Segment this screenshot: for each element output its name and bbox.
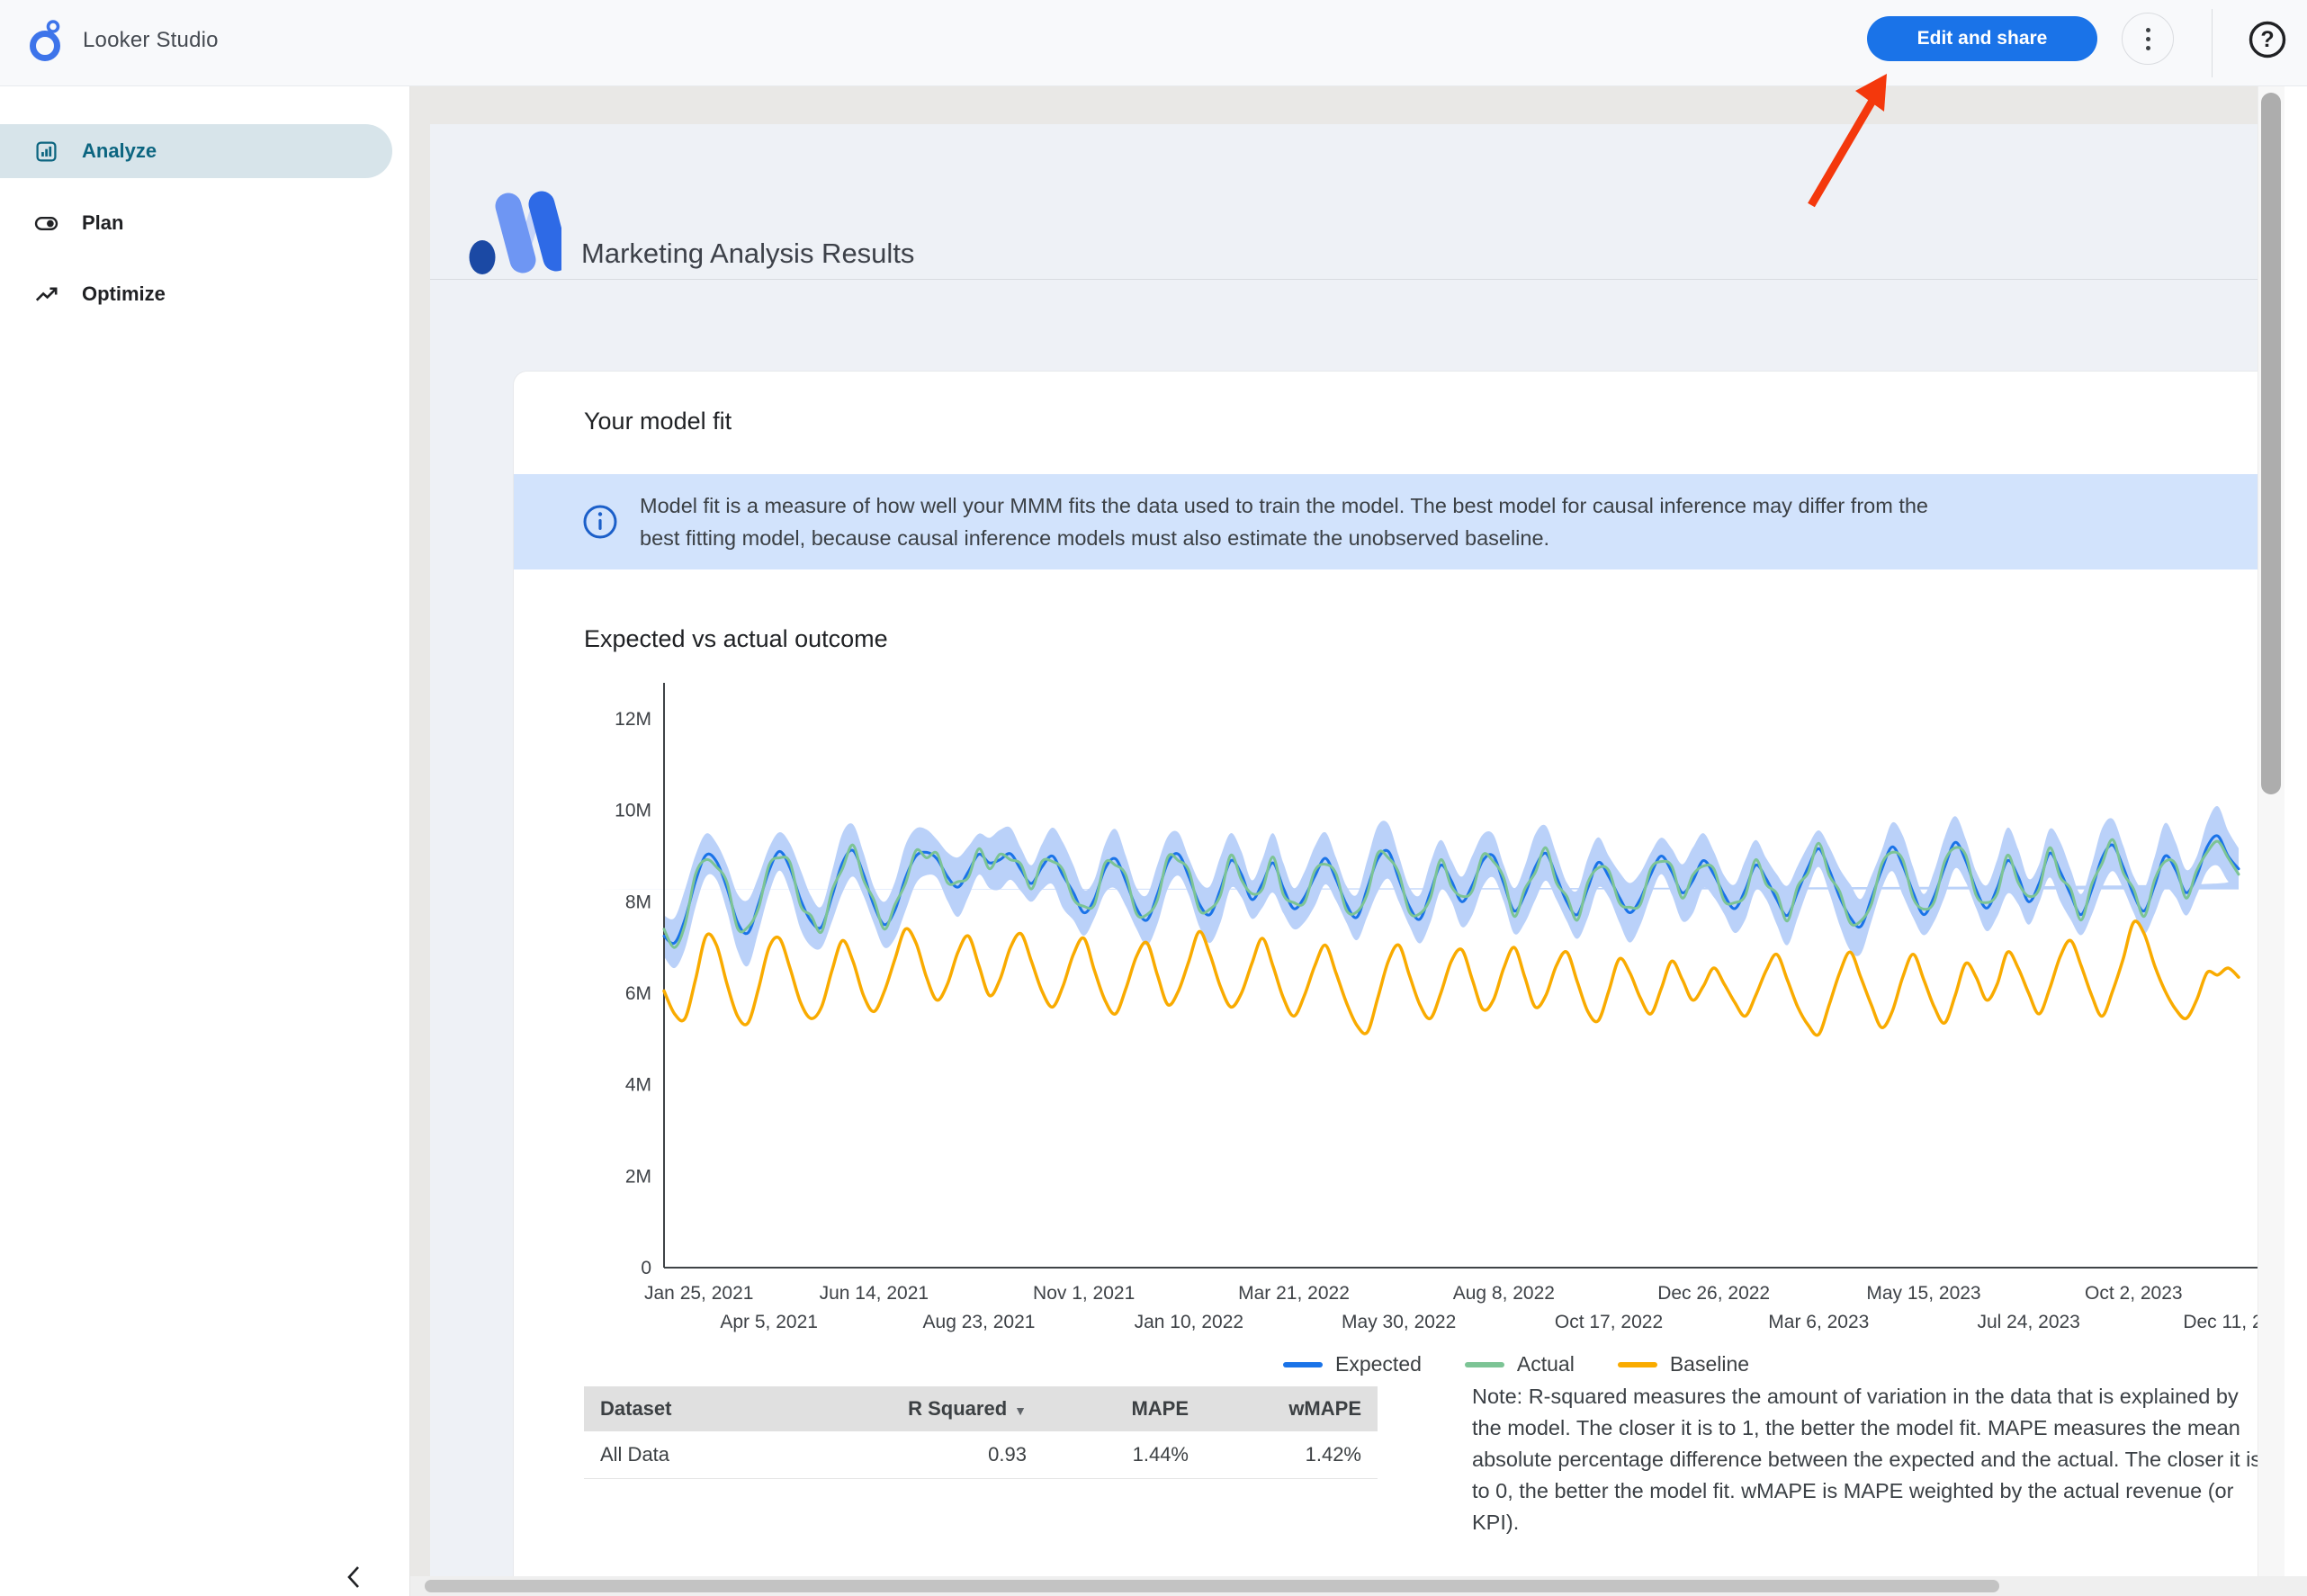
x-axis-tick-label: Aug 23, 2021 [923, 1312, 1036, 1332]
sort-desc-icon: ▼ [1014, 1403, 1027, 1418]
line-chart-svg: 02M4M6M8M10M12MJan 25, 2021Apr 5, 2021Ju… [550, 674, 2258, 1383]
app-window: Looker Studio Edit and share ? Analyz [0, 0, 2307, 1596]
report-header: Marketing Analysis Results [430, 124, 2258, 279]
card-title: Your model fit [584, 408, 732, 435]
y-axis-tick-label: 12M [615, 709, 651, 730]
info-banner: Model fit is a measure of how well your … [514, 474, 2258, 569]
model-fit-card: Your model fit Model fit is a measure of… [513, 371, 2258, 1576]
vertical-scrollbar-thumb[interactable] [2261, 93, 2281, 794]
report-page: Marketing Analysis Results Your model fi… [430, 124, 2258, 1576]
looker-studio-logo-icon [25, 18, 67, 63]
x-axis-tick-label: Jul 24, 2023 [1977, 1312, 2079, 1332]
sidebar-item-label: Analyze [82, 139, 157, 163]
actual-swatch [1465, 1362, 1504, 1367]
expected-swatch [1283, 1362, 1323, 1367]
sidebar-item-analyze[interactable]: Analyze [0, 124, 392, 178]
x-axis-tick-label: Dec 11, 2023 [2183, 1312, 2258, 1332]
legend-item-actual: Actual [1465, 1352, 1575, 1376]
col-dataset[interactable]: Dataset [584, 1386, 809, 1431]
expected-vs-actual-chart: 02M4M6M8M10M12MJan 25, 2021Apr 5, 2021Ju… [550, 674, 2258, 1383]
table-header-row: Dataset R Squared▼ MAPE wMAPE [584, 1386, 1378, 1431]
horizontal-scrollbar[interactable] [410, 1576, 2307, 1596]
vertical-scrollbar[interactable] [2258, 86, 2285, 1596]
horizontal-scrollbar-thumb[interactable] [425, 1580, 1999, 1592]
col-wmape[interactable]: wMAPE [1205, 1386, 1378, 1431]
y-axis-tick-label: 8M [625, 892, 651, 912]
legend-label: Baseline [1670, 1352, 1749, 1376]
legend-label: Actual [1517, 1352, 1575, 1376]
metrics-note: Note: R-squared measures the amount of v… [1472, 1381, 2258, 1538]
legend-item-expected: Expected [1283, 1352, 1422, 1376]
app-title: Looker Studio [83, 28, 219, 53]
info-banner-text: Model fit is a measure of how well your … [640, 489, 1944, 554]
x-axis-tick-label: May 15, 2023 [1866, 1283, 1980, 1304]
legend-item-baseline: Baseline [1618, 1352, 1749, 1376]
x-axis-tick-label: Oct 17, 2022 [1555, 1312, 1663, 1332]
kebab-menu-icon [2146, 28, 2150, 50]
meridian-logo-icon [468, 182, 561, 277]
confidence-band [550, 806, 2239, 968]
report-title: Marketing Analysis Results [581, 238, 914, 270]
legend-label: Expected [1335, 1352, 1422, 1376]
model-fit-table: Dataset R Squared▼ MAPE wMAPE All Data 0… [584, 1386, 1378, 1576]
bar-chart-icon [34, 139, 58, 164]
right-gutter [2285, 86, 2307, 1596]
help-icon: ? [2248, 20, 2287, 59]
looker-studio-brand: Looker Studio [25, 18, 219, 63]
y-axis-tick-label: 6M [625, 983, 651, 1004]
chart-legend: Expected Actual Baseline [1283, 1352, 1749, 1376]
x-axis-tick-label: Mar 21, 2022 [1238, 1283, 1350, 1304]
col-r-squared[interactable]: R Squared▼ [809, 1386, 1043, 1431]
info-icon [582, 504, 618, 540]
cell-dataset: All Data [584, 1431, 809, 1478]
y-axis-tick-label: 2M [625, 1166, 651, 1187]
header-divider [430, 279, 2258, 280]
sidebar-item-optimize[interactable]: Optimize [0, 267, 392, 321]
y-axis-tick-label: 10M [615, 801, 651, 821]
table-row: All Data 0.93 1.44% 1.42% [584, 1431, 1378, 1478]
svg-text:?: ? [2260, 27, 2274, 52]
sidebar-item-label: Plan [82, 211, 123, 235]
help-button[interactable]: ? [2248, 20, 2287, 59]
baseline-swatch [1618, 1362, 1657, 1367]
x-axis-tick-label: Nov 1, 2021 [1033, 1283, 1135, 1304]
x-axis-tick-label: Jan 10, 2022 [1135, 1312, 1243, 1332]
cell-mape: 1.44% [1043, 1431, 1205, 1478]
edit-and-share-button[interactable]: Edit and share [1867, 16, 2097, 61]
more-options-button[interactable] [2122, 13, 2174, 65]
y-axis-tick-label: 4M [625, 1075, 651, 1096]
topbar-divider [2212, 9, 2213, 77]
baseline-line [664, 921, 2239, 1036]
x-axis-tick-label: Jan 25, 2021 [644, 1283, 753, 1304]
toggle-icon [34, 211, 58, 236]
sidebar-item-plan[interactable]: Plan [0, 196, 392, 250]
sidebar-item-label: Optimize [82, 282, 166, 306]
top-app-bar: Looker Studio Edit and share ? [0, 0, 2307, 86]
chevron-left-icon [341, 1562, 368, 1592]
sidebar-nav: Analyze Plan Optimize [0, 86, 410, 1596]
x-axis-tick-label: Oct 2, 2023 [2085, 1283, 2183, 1304]
col-mape[interactable]: MAPE [1043, 1386, 1205, 1431]
cell-r-squared: 0.93 [809, 1431, 1043, 1478]
collapse-sidebar-button[interactable] [335, 1558, 374, 1596]
x-axis-tick-label: May 30, 2022 [1342, 1312, 1456, 1332]
cell-wmape: 1.42% [1205, 1431, 1378, 1478]
x-axis-tick-label: Apr 5, 2021 [720, 1312, 818, 1332]
x-axis-tick-label: Aug 8, 2022 [1453, 1283, 1555, 1304]
x-axis-tick-label: Dec 26, 2022 [1657, 1283, 1770, 1304]
x-axis-tick-label: Jun 14, 2021 [820, 1283, 929, 1304]
table-empty-area [584, 1478, 1378, 1576]
trending-up-icon [34, 282, 58, 307]
y-axis-tick-label: 0 [641, 1258, 651, 1278]
x-axis-tick-label: Mar 6, 2023 [1768, 1312, 1869, 1332]
chart-section-title: Expected vs actual outcome [584, 625, 888, 653]
